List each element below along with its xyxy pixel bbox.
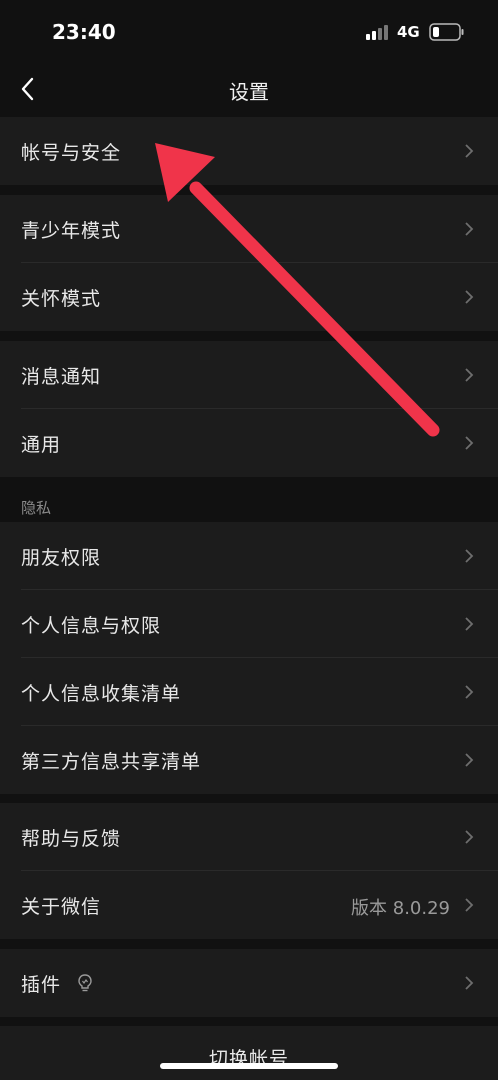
nav-bar: 设置 [0, 62, 498, 116]
chevron-right-icon [465, 830, 474, 844]
row-notifications[interactable]: 消息通知 [0, 341, 498, 409]
chevron-right-icon [465, 617, 474, 631]
section-header-privacy: 隐私 [21, 499, 52, 517]
network-type: 4G [397, 23, 420, 41]
row-label: 关怀模式 [21, 288, 102, 310]
row-general[interactable]: 通用 [0, 409, 498, 477]
settings-group-privacy: 朋友权限 个人信息与权限 个人信息收集清单 第三方信息共享清单 [0, 522, 498, 794]
row-care-mode[interactable]: 关怀模式 [0, 263, 498, 331]
row-youth-mode[interactable]: 青少年模式 [0, 195, 498, 263]
chevron-right-icon [465, 976, 474, 990]
row-label: 第三方信息共享清单 [21, 751, 202, 773]
row-label: 个人信息收集清单 [21, 683, 182, 705]
row-friend-permissions[interactable]: 朋友权限 [0, 522, 498, 590]
chevron-right-icon [465, 222, 474, 236]
home-indicator [160, 1063, 338, 1069]
row-about-wechat[interactable]: 关于微信 版本 8.0.29 [0, 871, 498, 939]
row-account-security[interactable]: 帐号与安全 [0, 117, 498, 185]
row-label: 消息通知 [21, 366, 102, 388]
row-personal-info-permissions[interactable]: 个人信息与权限 [0, 590, 498, 658]
status-time: 23:40 [52, 20, 116, 44]
chevron-right-icon [465, 436, 474, 450]
chevron-right-icon [465, 290, 474, 304]
chevron-right-icon [465, 368, 474, 382]
chevron-right-icon [465, 549, 474, 563]
version-value: 版本 8.0.29 [351, 898, 450, 919]
chevron-right-icon [465, 898, 474, 912]
settings-group-general: 消息通知 通用 [0, 341, 498, 477]
chevron-right-icon [465, 753, 474, 767]
row-label: 通用 [21, 434, 62, 456]
row-plugins[interactable]: 插件 [0, 949, 498, 1017]
cellular-signal-icon [366, 25, 388, 40]
row-label: 帮助与反馈 [21, 828, 122, 850]
settings-group-account: 帐号与安全 [0, 117, 498, 185]
row-label: 个人信息与权限 [21, 615, 162, 637]
chevron-right-icon [465, 144, 474, 158]
battery-icon [429, 23, 464, 41]
row-third-party-sharing-list[interactable]: 第三方信息共享清单 [0, 726, 498, 794]
settings-group-plugins: 插件 [0, 949, 498, 1017]
row-help-feedback[interactable]: 帮助与反馈 [0, 803, 498, 871]
row-label: 插件 [21, 974, 62, 996]
row-label: 朋友权限 [21, 547, 102, 569]
row-label: 关于微信 [21, 896, 102, 918]
row-label: 帐号与安全 [21, 142, 122, 164]
lightbulb-icon [78, 974, 92, 992]
row-personal-info-list[interactable]: 个人信息收集清单 [0, 658, 498, 726]
status-bar: 23:40 4G [0, 0, 498, 62]
chevron-right-icon [465, 685, 474, 699]
switch-account-button[interactable]: 切换帐号 [0, 1026, 498, 1080]
page-title: 设置 [229, 80, 269, 104]
settings-group-modes: 青少年模式 关怀模式 [0, 195, 498, 331]
row-label: 青少年模式 [21, 220, 122, 242]
settings-group-about: 帮助与反馈 关于微信 版本 8.0.29 [0, 803, 498, 939]
